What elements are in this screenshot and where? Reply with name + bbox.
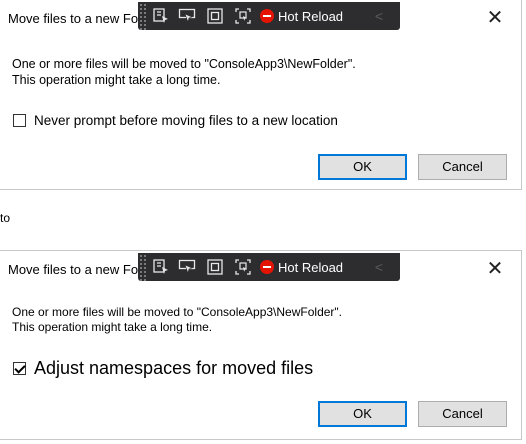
select-element-icon[interactable]: [152, 258, 170, 276]
never-prompt-checkbox-row[interactable]: Never prompt before moving files to a ne…: [13, 113, 338, 128]
adjust-namespaces-label: Adjust namespaces for moved files: [34, 358, 314, 378]
cancel-button[interactable]: Cancel: [418, 401, 507, 427]
ok-button[interactable]: OK: [318, 401, 407, 427]
adjust-namespaces-checkbox-row[interactable]: Adjust namespaces for moved files: [13, 358, 313, 379]
display-layout-adorners-icon[interactable]: [206, 7, 224, 25]
cancel-button[interactable]: Cancel: [418, 154, 507, 180]
hot-reload-button[interactable]: Hot Reload: [260, 256, 343, 278]
move-files-dialog-after: Move files to a new Folder Hot Reload < …: [0, 250, 522, 440]
close-button[interactable]: ✕: [483, 257, 507, 281]
pointer-icon[interactable]: [178, 7, 196, 25]
xaml-runtime-toolbar: Hot Reload <: [138, 253, 400, 281]
xaml-runtime-toolbar: Hot Reload <: [138, 2, 400, 30]
hot-reload-button[interactable]: Hot Reload: [260, 5, 343, 27]
message-line-2: This operation might take a long time.: [12, 73, 221, 87]
close-button[interactable]: ✕: [483, 6, 507, 30]
dialog-message: One or more files will be moved to "Cons…: [12, 305, 342, 335]
display-layout-adorners-icon[interactable]: [206, 258, 224, 276]
hot-reload-label: Hot Reload: [278, 259, 344, 275]
title-bar: Move files to a new Folder Hot Reload < …: [0, 0, 521, 36]
track-focus-icon[interactable]: [234, 258, 252, 276]
message-line-2: This operation might take a long time.: [12, 320, 213, 334]
move-files-dialog-before: Move files to a new Folder Hot Reload < …: [0, 0, 522, 190]
dialog-title: Move files to a new Folder: [8, 11, 145, 26]
toolbar-grip[interactable]: [138, 2, 146, 30]
track-focus-icon[interactable]: [234, 7, 252, 25]
ok-button[interactable]: OK: [318, 154, 407, 180]
message-line-1: One or more files will be moved to "Cons…: [12, 57, 356, 71]
message-line-1: One or more files will be moved to "Cons…: [12, 305, 342, 319]
collapse-chevron-icon[interactable]: <: [370, 5, 388, 27]
select-element-icon[interactable]: [152, 7, 170, 25]
adjust-namespaces-checkbox[interactable]: [13, 362, 26, 375]
never-prompt-checkbox[interactable]: [13, 114, 26, 127]
never-prompt-label: Never prompt before moving files to a ne…: [34, 113, 338, 128]
pointer-icon[interactable]: [178, 258, 196, 276]
title-bar: Move files to a new Folder Hot Reload < …: [0, 251, 521, 287]
toolbar-grip[interactable]: [138, 253, 146, 281]
dialog-title: Move files to a new Folder: [8, 262, 145, 277]
collapse-chevron-icon[interactable]: <: [370, 256, 388, 278]
hot-reload-icon: [260, 260, 274, 274]
dialog-message: One or more files will be moved to "Cons…: [12, 56, 356, 88]
between-label: to: [0, 211, 11, 225]
hot-reload-label: Hot Reload: [278, 8, 344, 24]
hot-reload-icon: [260, 9, 274, 23]
